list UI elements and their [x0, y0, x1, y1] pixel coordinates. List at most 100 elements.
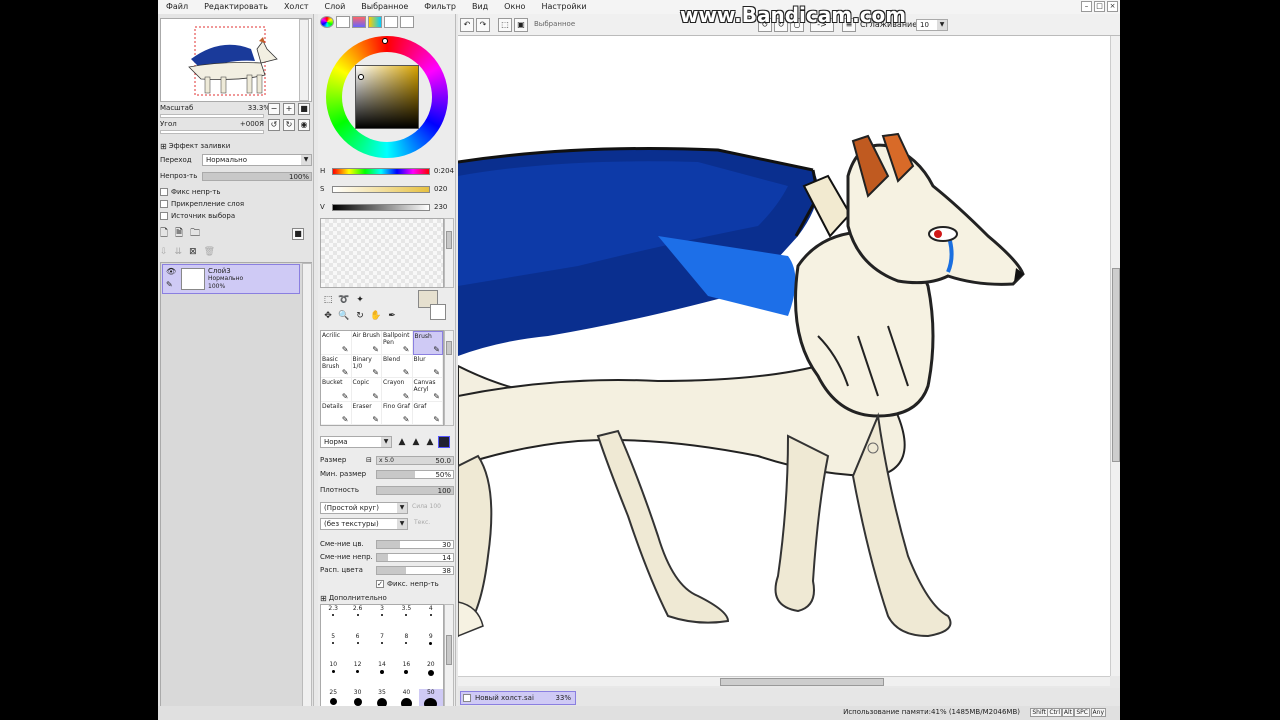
color-blend-slider[interactable]: 30 — [376, 539, 454, 549]
brush-tool-9[interactable]: Copic ✎ — [351, 378, 382, 402]
keep-opacity-checkbox[interactable]: ✓ — [376, 580, 384, 588]
edge-medium-icon[interactable]: ▲ — [410, 436, 422, 448]
blend-mode-select[interactable]: Нормально ▼ — [202, 154, 312, 166]
canvas-horizontal-scrollbar[interactable] — [458, 676, 1110, 686]
size-presets-scrollbar[interactable] — [444, 604, 454, 718]
size-preset[interactable]: 7 — [370, 633, 394, 654]
value-slider[interactable] — [332, 203, 430, 211]
drawing-canvas[interactable] — [458, 36, 1110, 676]
delete-layer-icon[interactable]: 🗑 — [204, 247, 215, 257]
deselect-button[interactable]: ⬚ — [498, 18, 512, 32]
brush-grid-scrollbar[interactable] — [444, 330, 454, 426]
advanced-row[interactable]: ⊞ Дополнительно — [320, 592, 454, 604]
selection-source-checkbox[interactable] — [160, 212, 168, 220]
menu-file[interactable]: Файл — [158, 0, 196, 14]
edge-soft-icon[interactable]: ▲ — [396, 436, 408, 448]
eye-icon[interactable]: 👁 — [166, 267, 176, 276]
menu-window[interactable]: Окно — [496, 0, 533, 14]
rotate-reset-button[interactable]: ◉ — [298, 119, 310, 131]
navigator-preview[interactable] — [160, 18, 312, 102]
size-preset[interactable]: 5 — [321, 633, 345, 654]
layer-list-scrollbar[interactable] — [302, 263, 312, 717]
brush-tool-5[interactable]: Binary 1/0 ✎ — [351, 354, 382, 378]
zoom-in-button[interactable]: + — [283, 103, 295, 115]
brush-tool-11[interactable]: Canvas Acryl ✎ — [412, 378, 443, 402]
brush-tool-12[interactable]: Details ✎ — [321, 401, 352, 425]
size-preset[interactable]: 16 — [394, 661, 418, 682]
size-preset[interactable]: 2.3 — [321, 605, 345, 626]
hue-picker-handle[interactable] — [382, 38, 388, 44]
edge-flat-icon[interactable] — [438, 436, 450, 448]
size-preset[interactable]: 14 — [370, 661, 394, 682]
color-wheel-tab[interactable] — [320, 16, 334, 28]
menu-view[interactable]: Вид — [464, 0, 496, 14]
swatches-tab[interactable] — [368, 16, 382, 28]
zoom-out-button[interactable]: − — [268, 103, 280, 115]
new-layer-icon[interactable]: 🗋 — [160, 226, 168, 243]
brush-tool-13[interactable]: Eraser ✎ — [351, 401, 382, 425]
brush-tool-6[interactable]: Blend ✎ — [382, 354, 413, 378]
hand-icon[interactable]: ✋ — [370, 310, 382, 322]
brush-tool-15[interactable]: Graf ✎ — [412, 401, 443, 425]
brush-mode-select[interactable]: Норма ▼ — [320, 436, 392, 448]
brush-shape-select[interactable]: (Простой круг) ▼ — [320, 502, 408, 514]
brush-tool-14[interactable]: Fino Graf ✎ — [382, 401, 413, 425]
selection-source-row[interactable]: Источник выбора — [160, 210, 235, 222]
brush-tool-7[interactable]: Blur ✎ — [412, 354, 443, 378]
size-preset[interactable]: 8 — [394, 633, 418, 654]
size-preset[interactable]: 12 — [345, 661, 369, 682]
secondary-color-swatch[interactable] — [430, 304, 446, 320]
rect-select-icon[interactable]: ⬚ — [322, 294, 334, 306]
rotate-left-button[interactable]: ↺ — [268, 119, 280, 131]
brush-tool-3[interactable]: Brush ✎ — [412, 331, 443, 355]
undo-button[interactable]: ↶ — [460, 18, 474, 32]
color-wheel[interactable] — [326, 36, 448, 158]
brush-tool-2[interactable]: Ballpoint Pen ✎ — [382, 331, 413, 355]
dilution-slider[interactable]: 14 — [376, 552, 454, 562]
zoom-icon[interactable]: 🔍 — [338, 310, 350, 322]
clipping-checkbox[interactable] — [160, 200, 168, 208]
magic-wand-icon[interactable]: ✦ — [354, 294, 366, 306]
size-preset[interactable]: 3.5 — [394, 605, 418, 626]
redo-button[interactable]: ↷ — [476, 18, 490, 32]
close-button[interactable]: × — [1107, 1, 1118, 12]
brush-tool-8[interactable]: Bucket ✎ — [321, 378, 352, 402]
scratchpad-scroll-thumb[interactable] — [446, 231, 452, 249]
brush-tool-1[interactable]: Air Brush ✎ — [351, 331, 382, 355]
clipping-row[interactable]: Прикрепление слоя — [160, 198, 244, 210]
selection-toggle-label[interactable]: Выбранное — [534, 20, 575, 28]
keep-opacity-row[interactable]: ✓ Фикс. непр-ть — [320, 578, 454, 590]
saturation-value-square[interactable] — [355, 65, 419, 129]
density-slider[interactable]: 100 — [376, 485, 454, 495]
edge-hard-icon[interactable]: ▲ — [424, 436, 436, 448]
invert-selection-button[interactable]: ▣ — [514, 18, 528, 32]
brush-tool-10[interactable]: Crayon ✎ — [382, 378, 413, 402]
hue-slider[interactable] — [331, 167, 430, 175]
clear-layer-icon[interactable]: ⊠ — [189, 247, 197, 257]
menu-settings[interactable]: Настройки — [533, 0, 594, 14]
opacity-bar[interactable]: 100% — [202, 171, 312, 181]
menu-canvas[interactable]: Холст — [276, 0, 317, 14]
minimize-button[interactable]: – — [1081, 1, 1092, 12]
rotate-right-button[interactable]: ↻ — [283, 119, 295, 131]
merge-down-icon[interactable]: ⇊ — [175, 247, 183, 257]
layer-item[interactable]: 👁 ✎ Слой3 Нормально 100% — [162, 264, 300, 294]
size-preset[interactable]: 3 — [370, 605, 394, 626]
zoom-reset-button[interactable]: ■ — [298, 103, 310, 115]
preserve-opacity-checkbox[interactable] — [160, 188, 168, 196]
brush-grid-scroll-thumb[interactable] — [446, 341, 452, 355]
sv-picker-handle[interactable] — [358, 74, 364, 80]
hsv-slider-tab[interactable] — [352, 16, 366, 28]
menu-selection[interactable]: Выбранное — [353, 0, 416, 14]
size-presets-scroll-thumb[interactable] — [446, 635, 452, 665]
size-preset[interactable]: 2.6 — [345, 605, 369, 626]
brush-texture-select[interactable]: (без текстуры) ▼ — [320, 518, 408, 530]
color-scratchpad[interactable] — [320, 218, 444, 288]
maximize-button[interactable]: □ — [1094, 1, 1105, 12]
canvas-vertical-scrollbar[interactable] — [1110, 36, 1120, 676]
new-folder-icon[interactable]: 🗀 — [190, 226, 200, 243]
size-preset[interactable]: 4 — [419, 605, 443, 626]
menu-layer[interactable]: Слой — [317, 0, 354, 14]
navigator-scrollbar[interactable] — [299, 19, 309, 101]
fill-effect-row[interactable]: ⊞ Эффект заливки — [160, 140, 230, 152]
